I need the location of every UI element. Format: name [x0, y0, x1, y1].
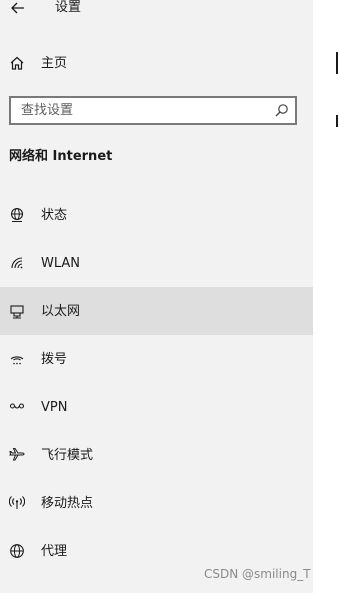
search-icon[interactable] [274, 103, 289, 118]
nav-label-ethernet: 以太网 [41, 304, 81, 319]
proxy-globe-icon [8, 542, 26, 560]
home-icon [8, 54, 26, 72]
back-button[interactable] [9, 0, 27, 16]
nav-item-ethernet[interactable]: 以太网 [0, 287, 313, 335]
nav-item-status[interactable]: 状态 [0, 198, 313, 234]
section-header: 网络和 Internet [9, 149, 113, 164]
title-bar: 设置 [0, 0, 313, 20]
nav-label-wlan: WLAN [41, 256, 81, 271]
settings-sidebar: 设置 主页 网络和 Internet 状态 [0, 0, 313, 593]
content-edge-mark [336, 52, 338, 74]
nav-label-status: 状态 [41, 208, 68, 223]
nav-label-hotspot: 移动热点 [41, 496, 94, 511]
search-input[interactable] [11, 98, 271, 123]
nav-label-home: 主页 [41, 56, 68, 71]
back-arrow-icon [11, 2, 24, 14]
nav-item-home[interactable]: 主页 [0, 46, 313, 82]
wifi-icon [8, 254, 26, 272]
content-edge-mark-2 [336, 115, 338, 127]
nav-item-proxy[interactable]: 代理 [0, 534, 313, 570]
dialup-icon [8, 350, 26, 368]
globe-status-icon [8, 206, 26, 224]
hotspot-icon [8, 494, 26, 512]
nav-item-vpn[interactable]: VPN [0, 390, 313, 426]
nav-label-dialup: 拨号 [41, 352, 68, 367]
watermark: CSDN @smiling_T [204, 567, 311, 581]
vpn-icon [8, 398, 26, 416]
nav-item-dialup[interactable]: 拨号 [0, 342, 313, 378]
search-box[interactable] [9, 96, 297, 125]
nav-label-vpn: VPN [41, 400, 68, 415]
nav-item-wlan[interactable]: WLAN [0, 246, 313, 282]
nav-label-proxy: 代理 [41, 544, 68, 559]
nav-item-airplane[interactable]: 飞行模式 [0, 438, 313, 474]
nav-label-airplane: 飞行模式 [41, 448, 94, 463]
airplane-icon [8, 446, 26, 464]
nav-item-hotspot[interactable]: 移动热点 [0, 486, 313, 522]
app-title: 设置 [55, 0, 82, 15]
ethernet-icon [8, 302, 26, 320]
